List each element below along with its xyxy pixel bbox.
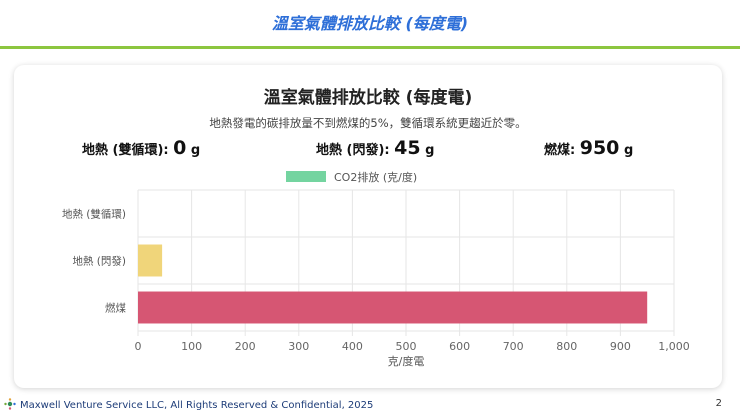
bar — [138, 291, 648, 324]
y-tick-label: 地熱 (閃發) — [72, 255, 126, 268]
x-tick-label: 100 — [181, 340, 202, 353]
y-tick-label: 地熱 (雙循環) — [62, 208, 126, 221]
bar — [138, 244, 163, 277]
company-logo-icon — [4, 398, 16, 410]
x-tick-label: 300 — [288, 340, 309, 353]
x-tick-label: 0 — [135, 340, 142, 353]
x-tick-label: 400 — [342, 340, 363, 353]
page-number: 2 — [715, 398, 722, 409]
x-tick-label: 800 — [556, 340, 577, 353]
footer-text: Maxwell Venture Service LLC, All Rights … — [20, 400, 374, 411]
x-tick-label: 900 — [610, 340, 631, 353]
footer: Maxwell Venture Service LLC, All Rights … — [4, 398, 373, 411]
header-divider — [0, 46, 740, 49]
bar-chart: 0 100 200 300 400 500 600 700 800 900 1,000 地熱 (雙循環… — [62, 189, 690, 368]
x-tick-label: 700 — [503, 340, 524, 353]
x-tick-label: 500 — [396, 340, 417, 353]
slide-header-title: 溫室氣體排放比較 (每度電) — [271, 14, 469, 33]
y-tick-label: 燃煤 — [105, 302, 126, 315]
chart-card: 溫室氣體排放比較 (每度電) 地熱發電的碳排放量不到燃煤的5%，雙循環系統更趨近… — [14, 65, 722, 388]
x-tick-label: 200 — [235, 340, 256, 353]
x-axis-label: 克/度電 — [388, 354, 425, 368]
x-tick-label: 1,000 — [658, 340, 690, 353]
x-tick-label: 600 — [449, 340, 470, 353]
